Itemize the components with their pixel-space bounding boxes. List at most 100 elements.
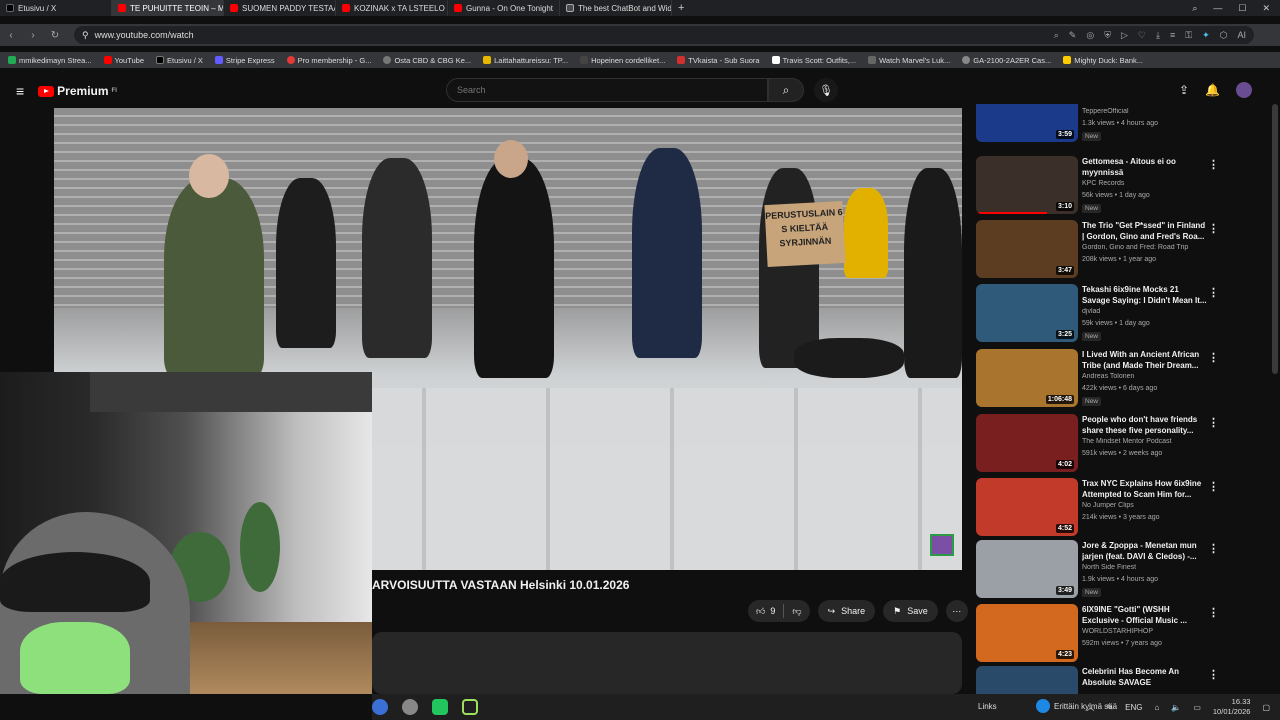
video-title[interactable]: Jore & Zpoppa - Menetan mun jarjen (feat…: [1082, 540, 1208, 562]
channel-name[interactable]: The Mindset Mentor Podcast: [1082, 438, 1208, 445]
media-play-icon[interactable]: [462, 699, 478, 715]
shield-icon[interactable]: ⛨: [1104, 30, 1111, 41]
channel-name[interactable]: North Side Finest: [1082, 564, 1208, 571]
recommended-video[interactable]: 4:52 Trax NYC Explains How 6ix9ine Attem…: [976, 476, 1270, 538]
ai-icon[interactable]: AI: [1237, 30, 1246, 41]
bookmark[interactable]: GA-2100-2A2ER Cas...: [962, 56, 1051, 65]
maximize-icon[interactable]: ☐: [1238, 3, 1246, 14]
kebab-menu-icon[interactable]: ⋮: [1208, 158, 1219, 171]
video-thumbnail[interactable]: 4:02: [976, 414, 1078, 472]
vpn-icon[interactable]: ⚿: [1185, 30, 1192, 41]
clock[interactable]: 16.33 10/01/2026: [1213, 697, 1251, 717]
video-thumbnail[interactable]: [976, 666, 1078, 694]
video-thumbnail[interactable]: 3:49: [976, 540, 1078, 598]
extension-icon[interactable]: ✦: [1202, 30, 1210, 41]
browser-tab[interactable]: SUOMEN PADDY TESTAA: [224, 0, 336, 16]
recommended-video[interactable]: 3:25 Tekashi 6ix9ine Mocks 21 Savage Say…: [976, 282, 1270, 344]
forward-icon[interactable]: ›: [22, 30, 44, 41]
search-button[interactable]: ⌕: [768, 78, 804, 102]
site-info-icon[interactable]: ⚲: [82, 30, 89, 41]
recommended-video[interactable]: 3:49 Jore & Zpoppa - Menetan mun jarjen …: [976, 538, 1270, 600]
search-input[interactable]: [457, 85, 767, 95]
channel-name[interactable]: TeppereOfficial: [1082, 108, 1208, 115]
video-title[interactable]: Tekashi 6ix9ine Mocks 21 Savage Saying: …: [1082, 284, 1208, 306]
recommended-video[interactable]: 3:10 Gettomesa - Aitous ei oo myynnissä …: [976, 154, 1270, 216]
kebab-menu-icon[interactable]: ⋮: [1208, 222, 1219, 235]
bookmark[interactable]: Osta CBD & CBG Ke...: [383, 56, 471, 65]
volume-icon[interactable]: 🔈: [1171, 703, 1181, 712]
bookmark[interactable]: Pro membership - G...: [286, 56, 371, 65]
bookmark[interactable]: Laittahattureissu: TP...: [483, 56, 568, 65]
close-window-icon[interactable]: ✕: [1262, 3, 1270, 14]
kebab-menu-icon[interactable]: ⋮: [1208, 606, 1219, 619]
hamburger-menu-icon[interactable]: ≡: [16, 83, 24, 99]
send-icon[interactable]: ▷: [1121, 30, 1128, 41]
video-thumbnail[interactable]: 1:06:48: [976, 349, 1078, 407]
channel-watermark-icon[interactable]: [930, 534, 954, 556]
recommended-video[interactable]: 4:23 6IX9INE "Gotti" (WSHH Exclusive - O…: [976, 602, 1270, 664]
video-thumbnail[interactable]: 3:59: [976, 104, 1078, 142]
kebab-menu-icon[interactable]: ⋮: [1208, 480, 1219, 493]
heart-icon[interactable]: ♡: [1138, 30, 1146, 41]
reload-icon[interactable]: ↻: [44, 30, 66, 41]
kebab-menu-icon[interactable]: ⋮: [1208, 351, 1219, 364]
download-icon[interactable]: ⤓: [1156, 30, 1160, 41]
video-thumbnail[interactable]: 4:23: [976, 604, 1078, 662]
network-icon[interactable]: ⌂: [1155, 703, 1160, 712]
bookmark[interactable]: TVkaista - Sub Suora: [677, 56, 760, 65]
bookmark[interactable]: Travis Scott: Outfits,...: [771, 56, 856, 65]
screenshot-icon[interactable]: ◎: [1086, 30, 1094, 41]
recommended-video[interactable]: 3:47 The Trio "Get P*ssed" in Finland | …: [976, 218, 1270, 280]
video-thumbnail[interactable]: 3:47: [976, 220, 1078, 278]
bookmark[interactable]: mmikedimayn Strea...: [8, 56, 92, 65]
video-title[interactable]: People who don't have friends share thes…: [1082, 414, 1208, 436]
video-thumbnail[interactable]: 4:52: [976, 478, 1078, 536]
recommended-video[interactable]: Celebrini Has Become An Absolute SAVAGE …: [976, 664, 1270, 694]
taskbar-links[interactable]: Links: [978, 702, 997, 711]
zoom-icon[interactable]: ⌕: [1054, 30, 1059, 41]
back-icon[interactable]: ‹: [0, 30, 22, 41]
browser-tab[interactable]: Gunna - On One Tonight: [448, 0, 560, 16]
bookmark[interactable]: YouTube: [103, 56, 144, 65]
upload-icon[interactable]: ⇪: [1179, 83, 1189, 97]
app-icon[interactable]: [402, 699, 418, 715]
chevron-up-icon[interactable]: ︿: [1086, 702, 1094, 713]
browser-tab-active[interactable]: TE PUHUITTE TEOIN – Mi ✕: [112, 0, 224, 16]
browser-tab[interactable]: The best ChatBot and Wid: [560, 0, 672, 16]
recommended-video[interactable]: 3:59 TeppereOfficial 1.3k views • 4 hour…: [976, 104, 1270, 144]
bookmark[interactable]: Mighty Duck: Bank...: [1063, 56, 1143, 65]
video-title[interactable]: Trax NYC Explains How 6ix9ine Attempted …: [1082, 478, 1208, 500]
save-button[interactable]: ⚑ Save: [883, 600, 938, 622]
cube-icon[interactable]: ⬡: [1220, 30, 1228, 41]
bookmark[interactable]: Stripe Express: [214, 56, 275, 65]
notification-icon[interactable]: ▢: [1262, 703, 1270, 712]
browser-tab[interactable]: Etusivu / X: [0, 0, 112, 16]
kebab-menu-icon[interactable]: ⋮: [1208, 416, 1219, 429]
voice-search-button[interactable]: 🎙: [814, 78, 838, 102]
search-tabs-icon[interactable]: ⌕: [1192, 3, 1197, 14]
battery-icon[interactable]: ▭: [1193, 703, 1201, 712]
bookmark[interactable]: Etusivu / X: [156, 56, 203, 65]
avatar[interactable]: [1236, 82, 1252, 98]
edit-icon[interactable]: ✎: [1069, 30, 1077, 41]
recommended-video[interactable]: 4:02 People who don't have friends share…: [976, 412, 1270, 474]
video-title[interactable]: Gettomesa - Aitous ei oo myynnissä: [1082, 156, 1208, 178]
address-bar[interactable]: ⚲ www.youtube.com/watch ⌕ ✎ ◎ ⛨ ▷ ♡ ⤓ ≡ …: [74, 26, 1254, 44]
language-indicator[interactable]: ENG: [1125, 703, 1142, 712]
channel-name[interactable]: No Jumper Clips: [1082, 502, 1208, 509]
bell-icon[interactable]: 🔔: [1205, 83, 1220, 97]
dislike-button[interactable]: 👎︎: [784, 600, 809, 622]
search-box[interactable]: [446, 78, 768, 102]
bookmark[interactable]: Watch Marvel's Luk...: [868, 56, 950, 65]
browser-tab[interactable]: KOZINAK x TA LSTEELO -: [336, 0, 448, 16]
video-thumbnail[interactable]: 3:10: [976, 156, 1078, 214]
share-button[interactable]: ↪ Share: [817, 600, 876, 622]
kebab-menu-icon[interactable]: ⋮: [1208, 286, 1219, 299]
kebab-menu-icon[interactable]: ⋮: [1208, 542, 1219, 555]
like-button[interactable]: 👍︎ 9: [748, 600, 783, 622]
bookmark[interactable]: Hopeinen cordelliket...: [580, 56, 665, 65]
channel-name[interactable]: Andreas Tolonen: [1082, 373, 1208, 380]
edge-browser-icon[interactable]: [372, 699, 388, 715]
obs-icon[interactable]: [432, 699, 448, 715]
new-tab-button[interactable]: +: [672, 2, 690, 14]
